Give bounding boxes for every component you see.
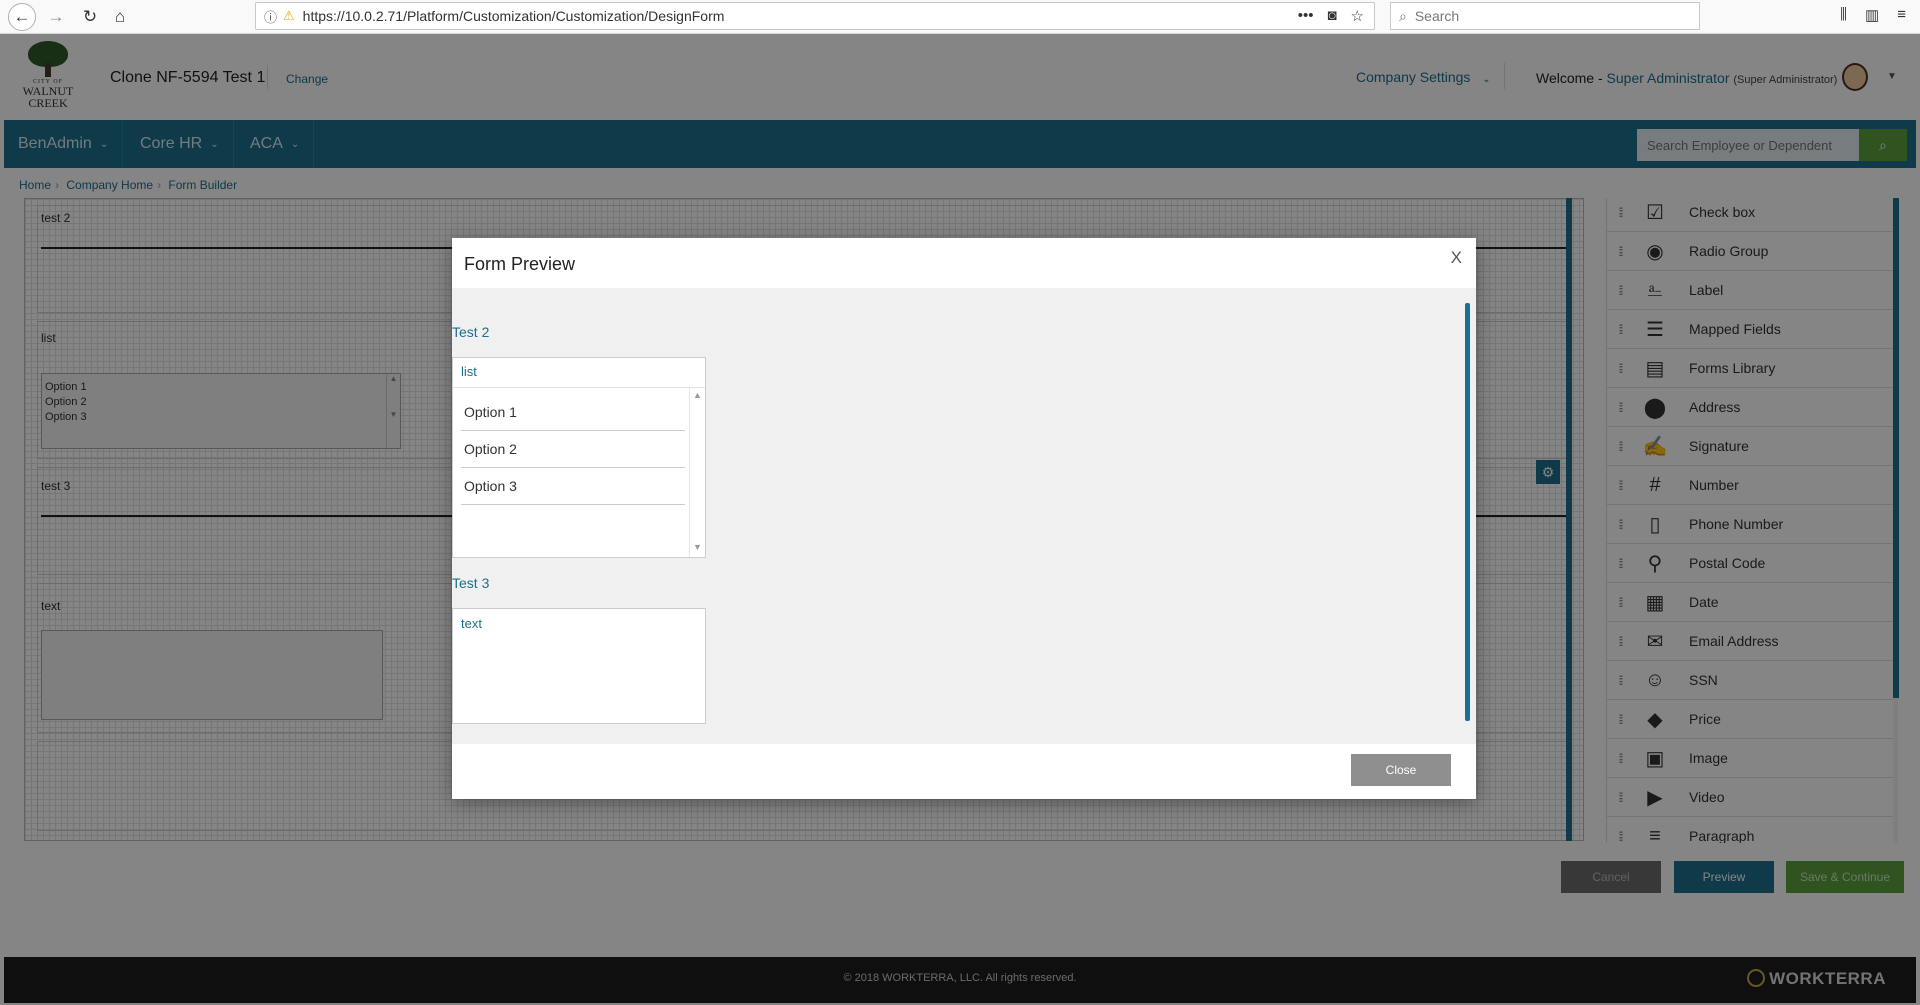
browser-search-placeholder: Search [1414, 8, 1460, 24]
modal-title: Form Preview [464, 254, 576, 274]
close-icon[interactable]: X [1451, 248, 1462, 268]
reload-icon[interactable]: ↻ [76, 3, 104, 31]
preview-list-option[interactable]: Option 2 [461, 431, 685, 468]
modal-scrollbar[interactable] [1465, 303, 1470, 721]
home-icon[interactable]: ⌂ [106, 3, 134, 31]
library-icon[interactable]: ⫼ [1840, 6, 1847, 24]
bookmark-star-icon[interactable]: ☆ [1351, 7, 1364, 25]
modal-body: Test 2 list Option 1 Option 2 Option 3 ▲… [452, 288, 1476, 744]
info-icon[interactable]: ⓘ [264, 7, 277, 26]
more-actions-icon[interactable]: ••• [1298, 7, 1314, 25]
preview-list-header: list [453, 358, 705, 388]
preview-field-label: Test 3 [452, 575, 490, 591]
preview-list-option[interactable]: Option 3 [461, 468, 685, 505]
browser-toolbar: ← → ↻ ⌂ ⓘ ⚠ https://10.0.2.71/Platform/C… [0, 0, 1920, 34]
preview-list-scrollbar[interactable]: ▲ ▼ [689, 388, 705, 557]
form-preview-modal: Form Preview X Test 2 list Option 1 Opti… [452, 238, 1476, 799]
preview-listbox[interactable]: list Option 1 Option 2 Option 3 ▲ ▼ [452, 357, 706, 558]
back-arrow-icon[interactable]: ← [8, 3, 36, 31]
lock-warning-icon[interactable]: ⚠ [283, 8, 295, 24]
menu-icon[interactable]: ≡ [1897, 6, 1906, 24]
preview-list-option[interactable]: Option 1 [461, 394, 685, 431]
preview-field-label: Test 2 [452, 324, 490, 340]
url-text: https://10.0.2.71/Platform/Customization… [302, 8, 725, 24]
browser-search-field[interactable]: ⌕ Search [1390, 2, 1700, 30]
sidebar-icon[interactable]: ▥ [1865, 6, 1879, 24]
pocket-icon[interactable]: ◙ [1327, 7, 1336, 25]
preview-text-field[interactable]: text [452, 608, 706, 724]
forward-arrow-icon[interactable]: → [42, 3, 70, 31]
close-button[interactable]: Close [1351, 754, 1451, 786]
address-bar[interactable]: ⓘ ⚠ https://10.0.2.71/Platform/Customiza… [255, 2, 1375, 30]
search-icon: ⌕ [1399, 7, 1407, 24]
